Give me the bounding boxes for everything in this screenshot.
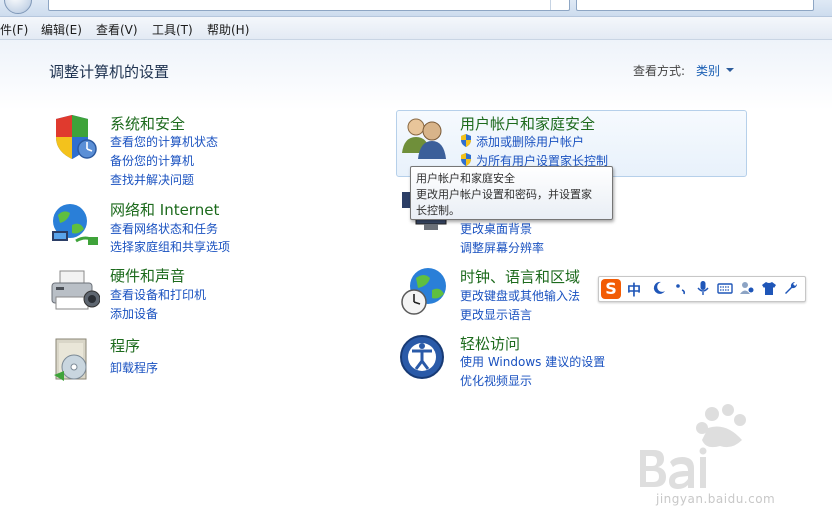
microphone-icon[interactable] (695, 280, 711, 296)
category-user-accounts: 用户帐户和家庭安全 添加或删除用户帐户 为所有用户设置家长控制 (400, 113, 745, 173)
menu-edit[interactable]: 编辑(E) (41, 21, 82, 38)
menu-file[interactable]: 件(F) (0, 21, 28, 38)
address-dropdown-button[interactable] (550, 0, 569, 10)
category-title[interactable]: 时钟、语言和区域 (460, 266, 580, 287)
link-backup-computer[interactable]: 备份您的计算机 (110, 152, 194, 169)
globe-clock-icon (401, 268, 446, 315)
link-network-status[interactable]: 查看网络状态和任务 (110, 220, 218, 237)
link-change-display-language[interactable]: 更改显示语言 (460, 306, 532, 323)
tooltip-line: 更改用户帐户设置和密码，并设置家 (416, 188, 592, 201)
link-troubleshoot[interactable]: 查找并解决问题 (110, 171, 194, 188)
page-title: 调整计算机的设置 (49, 63, 170, 81)
back-button[interactable] (4, 0, 32, 14)
link-devices-printers[interactable]: 查看设备和打印机 (110, 286, 206, 303)
view-by-dropdown[interactable]: 类别 (696, 62, 720, 79)
category-network-internet: 网络和 Internet 查看网络状态和任务 选择家庭组和共享选项 (50, 199, 350, 259)
category-ease-of-access: 轻松访问 使用 Windows 建议的设置 优化视频显示 (400, 333, 745, 393)
ime-toolbar: S 中 (598, 276, 806, 302)
category-title[interactable]: 用户帐户和家庭安全 (460, 113, 595, 134)
watermark-url: jingyan.baidu.com (656, 492, 776, 506)
category-programs: 程序 卸载程序 (50, 335, 350, 385)
tooltip-title: 用户帐户和家庭安全 (416, 172, 515, 185)
moon-icon[interactable] (651, 280, 667, 296)
printer-icon (51, 270, 100, 310)
punctuation-icon[interactable] (673, 280, 689, 296)
category-hardware-sound: 硬件和声音 查看设备和打印机 添加设备 (50, 265, 350, 325)
network-globe-icon (52, 204, 98, 245)
programs-icon (54, 338, 87, 381)
chevron-down-icon[interactable] (726, 68, 734, 72)
link-add-device[interactable]: 添加设备 (110, 305, 158, 322)
category-clock-language-region: 时钟、语言和区域 更改键盘或其他输入法 更改显示语言 (400, 266, 600, 326)
category-title[interactable]: 程序 (110, 335, 140, 356)
category-system-security: 系统和安全 查看您的计算机状态 备份您的计算机 查找并解决问题 (50, 113, 350, 193)
category-title[interactable]: 网络和 Internet (110, 199, 219, 220)
control-panel-content: 调整计算机的设置 查看方式: 类别 系统和安全 查看您的计算机状态 备份您的计算… (0, 40, 832, 506)
link-windows-recommended-settings[interactable]: 使用 Windows 建议的设置 (460, 353, 605, 370)
link-change-desktop-background[interactable]: 更改桌面背景 (460, 220, 532, 237)
category-title[interactable]: 轻松访问 (460, 333, 520, 354)
link-uninstall-program[interactable]: 卸载程序 (110, 359, 158, 376)
link-homegroup-sharing[interactable]: 选择家庭组和共享选项 (110, 238, 230, 255)
category-tooltip: 用户帐户和家庭安全 更改用户帐户设置和密码，并设置家 长控制。 (410, 166, 613, 220)
wrench-icon[interactable] (783, 280, 799, 296)
view-by-label: 查看方式: (633, 64, 686, 78)
menu-bar: 件(F) 编辑(E) 查看(V) 工具(T) 帮助(H) (0, 17, 832, 40)
link-change-keyboard-input[interactable]: 更改键盘或其他输入法 (460, 287, 580, 304)
skin-shirt-icon[interactable] (761, 280, 777, 296)
link-add-remove-accounts[interactable]: 添加或删除用户帐户 (460, 133, 584, 150)
link-view-computer-status[interactable]: 查看您的计算机状态 (110, 133, 218, 150)
address-bar[interactable] (48, 0, 570, 11)
category-title[interactable]: 系统和安全 (110, 113, 185, 134)
search-input[interactable] (576, 0, 814, 11)
link-optimize-visual-display[interactable]: 优化视频显示 (460, 372, 532, 389)
users-icon (402, 118, 446, 159)
sogou-logo-icon[interactable]: S (601, 279, 621, 299)
menu-tools[interactable]: 工具(T) (152, 21, 193, 38)
link-adjust-resolution[interactable]: 调整屏幕分辨率 (460, 239, 544, 256)
keyboard-icon[interactable] (717, 280, 733, 296)
menu-view[interactable]: 查看(V) (96, 21, 138, 38)
ease-of-access-icon (400, 335, 444, 379)
category-title[interactable]: 硬件和声音 (110, 265, 185, 286)
tooltip-line: 长控制。 (416, 204, 460, 217)
ime-mode-toggle[interactable]: 中 (627, 280, 641, 300)
address-toolbar (0, 0, 832, 17)
user-icon[interactable] (739, 280, 755, 296)
menu-help[interactable]: 帮助(H) (207, 21, 249, 38)
shield-icon (56, 115, 97, 159)
